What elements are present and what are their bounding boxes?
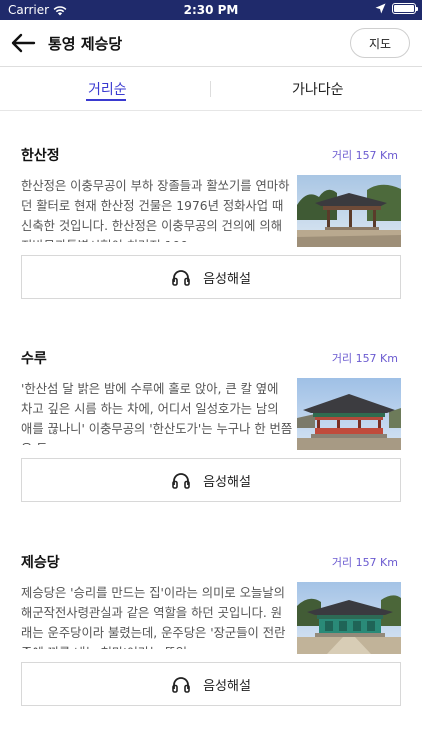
item-description: 제승당은 '승리를 만드는 집'이라는 의미로 오늘날의 해군작전사령관실과 같… (21, 586, 286, 649)
item-name: 제승당 (21, 555, 60, 571)
tab-alphabetical[interactable]: 가나다순 (292, 79, 344, 99)
item-name: 한산정 (21, 148, 60, 164)
headphones-icon (172, 677, 190, 693)
headphones-icon (172, 473, 190, 489)
item-description: '한산섬 달 밝은 밤에 수루에 홀로 앉아, 큰 칼 옆에 차고 깊은 시름 … (21, 382, 293, 445)
item-thumbnail (297, 175, 401, 247)
battery-level (394, 5, 414, 12)
status-right (375, 3, 418, 14)
item-name: 수루 (21, 351, 47, 367)
nav-header: 통영 제승당 지도 (0, 20, 422, 67)
audio-guide-button[interactable]: 음성해설 (21, 458, 401, 502)
item-distance: 거리 157 Km (331, 556, 398, 569)
sort-tabs: 거리순 가나다순 (0, 67, 422, 111)
item-distance: 거리 157 Km (331, 149, 398, 162)
headphones-icon (172, 270, 190, 286)
item-thumbnail (297, 582, 401, 654)
map-button[interactable]: 지도 (350, 28, 410, 58)
location-arrow-icon (375, 3, 386, 14)
tab-divider (210, 81, 211, 97)
audio-guide-label: 음성해설 (203, 678, 251, 694)
audio-guide-button[interactable]: 음성해설 (21, 662, 401, 706)
audio-guide-label: 음성해설 (203, 474, 251, 490)
tab-distance[interactable]: 거리순 (88, 79, 127, 99)
status-bar: Carrier 2:30 PM (0, 0, 422, 20)
item-description: 한산정은 이충무공이 부하 장졸들과 활쏘기를 연마하던 활터로 현재 한산정 … (21, 179, 290, 242)
battery-icon (392, 3, 418, 14)
item-thumbnail (297, 378, 401, 450)
status-time: 2:30 PM (183, 3, 239, 17)
item-distance: 거리 157 Km (331, 352, 398, 365)
audio-guide-label: 음성해설 (203, 271, 251, 287)
back-arrow-icon[interactable] (10, 31, 36, 55)
page-title: 통영 제승당 (48, 35, 123, 53)
active-tab-indicator (86, 99, 126, 101)
audio-guide-button[interactable]: 음성해설 (21, 255, 401, 299)
